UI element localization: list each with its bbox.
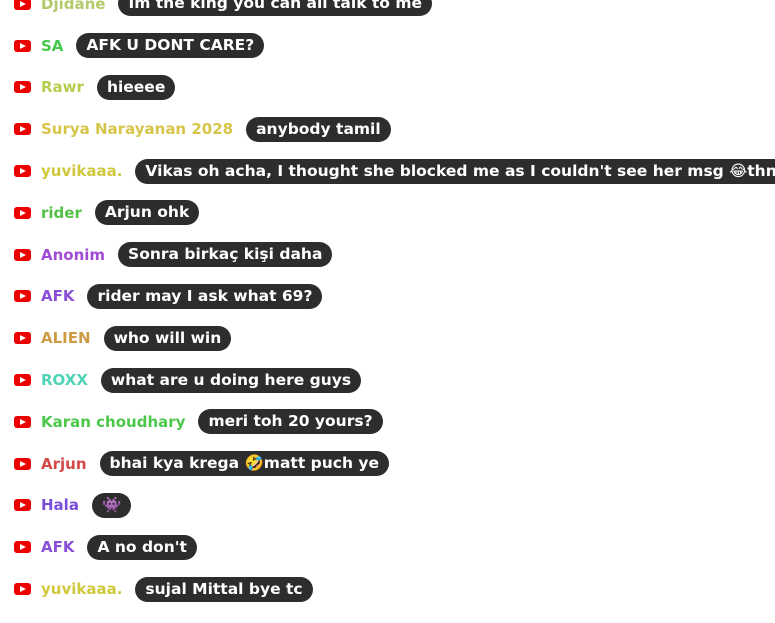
chat-message-row: AFK A no don't <box>0 526 775 568</box>
chat-username[interactable]: rider <box>41 204 82 222</box>
chat-message-bubble: anybody tamil <box>246 116 391 142</box>
chat-message-bubble: bhai kya krega 🤣matt puch ye <box>99 451 389 477</box>
chat-username[interactable]: ALIEN <box>41 329 91 347</box>
youtube-icon <box>14 81 31 94</box>
chat-message-row: ROXX what are u doing here guys <box>0 359 775 401</box>
youtube-icon <box>14 583 31 596</box>
chat-message-row: AFK rider may I ask what 69? <box>0 276 775 318</box>
chat-message-bubble: who will win <box>103 325 232 351</box>
chat-username[interactable]: Rawr <box>41 78 84 96</box>
chat-message-row: Djidane Im the king you can all talk to m… <box>0 0 775 25</box>
chat-message-bubble: hieeee <box>96 74 176 100</box>
chat-username[interactable]: Karan choudhary <box>41 413 185 431</box>
chat-username[interactable]: yuvikaaa. <box>41 580 122 598</box>
chat-message-bubble: meri toh 20 yours? <box>198 409 383 435</box>
chat-username[interactable]: Surya Narayanan 2028 <box>41 120 233 138</box>
chat-message-bubble: Arjun ohk <box>94 200 200 226</box>
chat-message-row: Hala 👾 <box>0 485 775 527</box>
chat-username[interactable]: ROXX <box>41 371 88 389</box>
chat-message-bubble: A no don't <box>87 534 197 560</box>
chat-message-bubble: Sonra birkaç kişi daha <box>118 242 333 268</box>
chat-message-bubble: Vikas oh acha, I thought she blocked me … <box>135 158 775 184</box>
chat-username[interactable]: AFK <box>41 538 74 556</box>
youtube-icon <box>14 374 31 387</box>
chat-username[interactable]: yuvikaaa. <box>41 162 122 180</box>
chat-message-row: SA AFK U DONT CARE? <box>0 25 775 67</box>
chat-message-row: Arjun bhai kya krega 🤣matt puch ye <box>0 443 775 485</box>
youtube-icon <box>14 206 31 219</box>
chat-message-bubble: what are u doing here guys <box>100 367 362 393</box>
youtube-icon <box>14 541 31 554</box>
youtube-icon <box>14 290 31 303</box>
youtube-icon <box>14 0 31 10</box>
chat-message-row: rider Arjun ohk <box>0 192 775 234</box>
chat-username[interactable]: Anonim <box>41 246 105 264</box>
youtube-icon <box>14 499 31 512</box>
chat-message-row: Rawr hieeee <box>0 67 775 109</box>
youtube-icon <box>14 415 31 428</box>
chat-message-row: Anonim Sonra birkaç kişi daha <box>0 234 775 276</box>
chat-username[interactable]: AFK <box>41 287 74 305</box>
youtube-icon <box>14 123 31 136</box>
chat-message-bubble: Im the king you can all talk to me <box>118 0 433 17</box>
chat-username[interactable]: Hala <box>41 496 79 514</box>
youtube-icon <box>14 248 31 261</box>
chat-message-bubble: rider may I ask what 69? <box>87 283 323 309</box>
youtube-icon <box>14 39 31 52</box>
chat-username[interactable]: Arjun <box>41 455 87 473</box>
chat-message-row: Surya Narayanan 2028 anybody tamil <box>0 108 775 150</box>
chat-message-bubble: sujal Mittal bye tc <box>135 576 313 602</box>
youtube-icon <box>14 165 31 178</box>
chat-message-row: yuvikaaa. Vikas oh acha, I thought she bl… <box>0 150 775 192</box>
chat-message-bubble: AFK U DONT CARE? <box>76 33 265 59</box>
youtube-icon <box>14 332 31 345</box>
chat-message-bubble: 👾 <box>91 492 132 518</box>
chat-feed: Djidane Im the king you can all talk to m… <box>0 0 775 610</box>
youtube-icon <box>14 457 31 470</box>
chat-message-row: Karan choudhary meri toh 20 yours? <box>0 401 775 443</box>
chat-username[interactable]: Djidane <box>41 0 105 13</box>
chat-username[interactable]: SA <box>41 37 63 55</box>
chat-message-row: yuvikaaa. sujal Mittal bye tc <box>0 568 775 610</box>
chat-message-row: ALIEN who will win <box>0 317 775 359</box>
